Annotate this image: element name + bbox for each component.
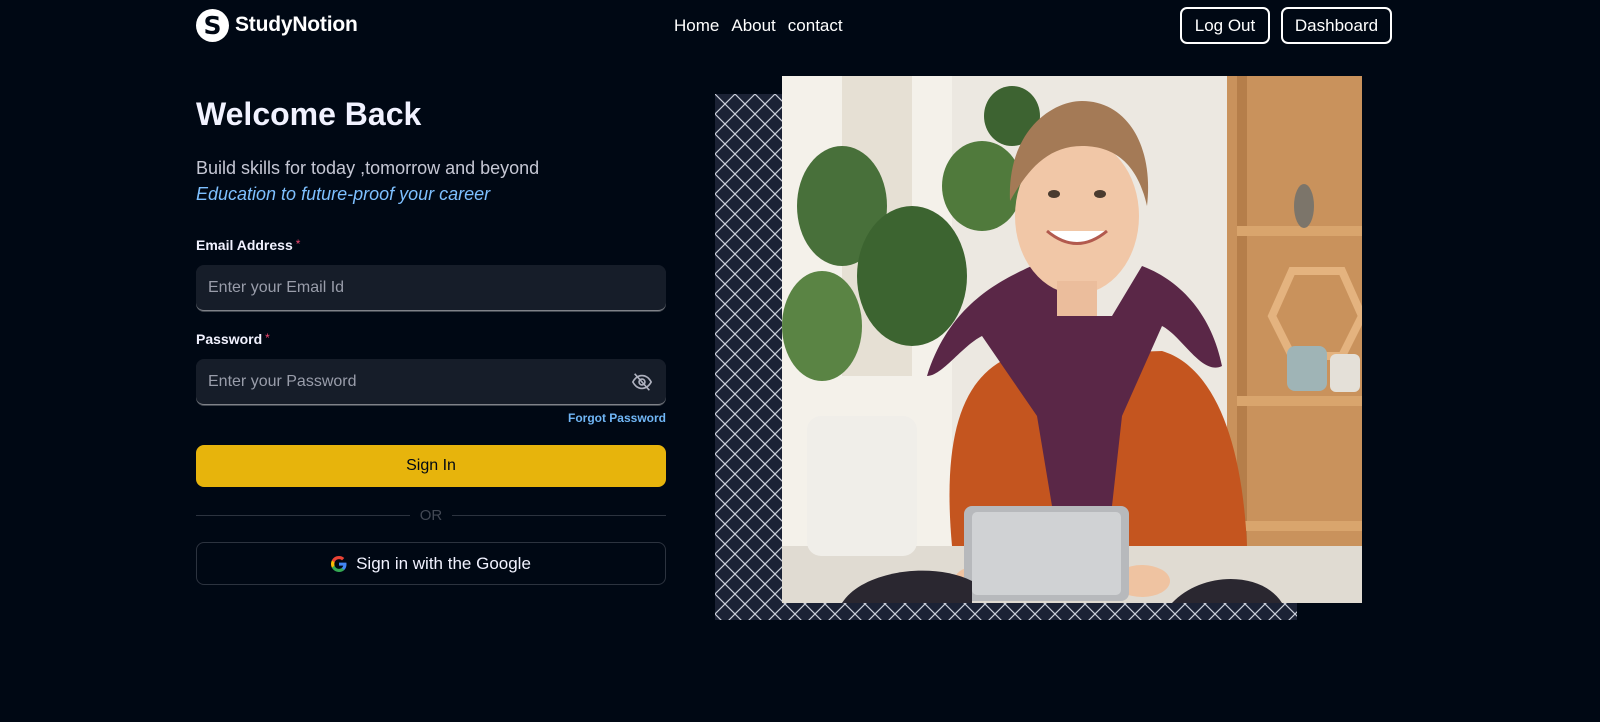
nav-about[interactable]: About bbox=[731, 16, 775, 36]
brand-name: StudyNotion bbox=[235, 13, 358, 36]
nav-contact[interactable]: contact bbox=[788, 16, 843, 36]
google-icon bbox=[331, 555, 347, 572]
password-input[interactable] bbox=[208, 372, 654, 391]
page-title: Welcome Back bbox=[196, 96, 422, 132]
brand-logo[interactable]: S StudyNotion bbox=[196, 8, 358, 42]
tagline: Education to future-proof your career bbox=[196, 184, 491, 204]
required-mark: * bbox=[295, 237, 301, 251]
google-sign-in-button[interactable]: Sign in with the Google bbox=[196, 542, 666, 585]
email-field bbox=[196, 265, 666, 311]
student-photo bbox=[782, 76, 1362, 603]
sign-in-button[interactable]: Sign In bbox=[196, 445, 666, 487]
divider-line bbox=[196, 515, 410, 516]
email-label: Email Address bbox=[196, 237, 293, 253]
subtitle: Build skills for today ,tomorrow and bey… bbox=[196, 158, 540, 178]
password-field bbox=[196, 359, 666, 405]
logo-icon: S bbox=[196, 8, 229, 42]
nav-home[interactable]: Home bbox=[674, 16, 719, 36]
dashboard-button[interactable]: Dashboard bbox=[1281, 7, 1392, 44]
hero-visual bbox=[715, 76, 1365, 621]
email-input[interactable] bbox=[208, 278, 654, 297]
or-text: OR bbox=[419, 507, 443, 524]
logout-button[interactable]: Log Out bbox=[1180, 7, 1270, 44]
google-button-label: Sign in with the Google bbox=[356, 553, 531, 573]
forgot-password-link[interactable]: Forgot Password bbox=[196, 411, 666, 425]
required-mark: * bbox=[265, 331, 270, 345]
main-nav: Home About contact bbox=[674, 16, 843, 36]
password-label: Password bbox=[196, 331, 263, 347]
or-divider: OR bbox=[196, 507, 666, 524]
navbar: S StudyNotion Home About contact Log Out… bbox=[0, 0, 1600, 52]
divider-line bbox=[452, 515, 666, 516]
eye-off-icon[interactable] bbox=[630, 371, 654, 393]
login-form: Welcome Back Build skills for today ,tom… bbox=[196, 90, 666, 585]
